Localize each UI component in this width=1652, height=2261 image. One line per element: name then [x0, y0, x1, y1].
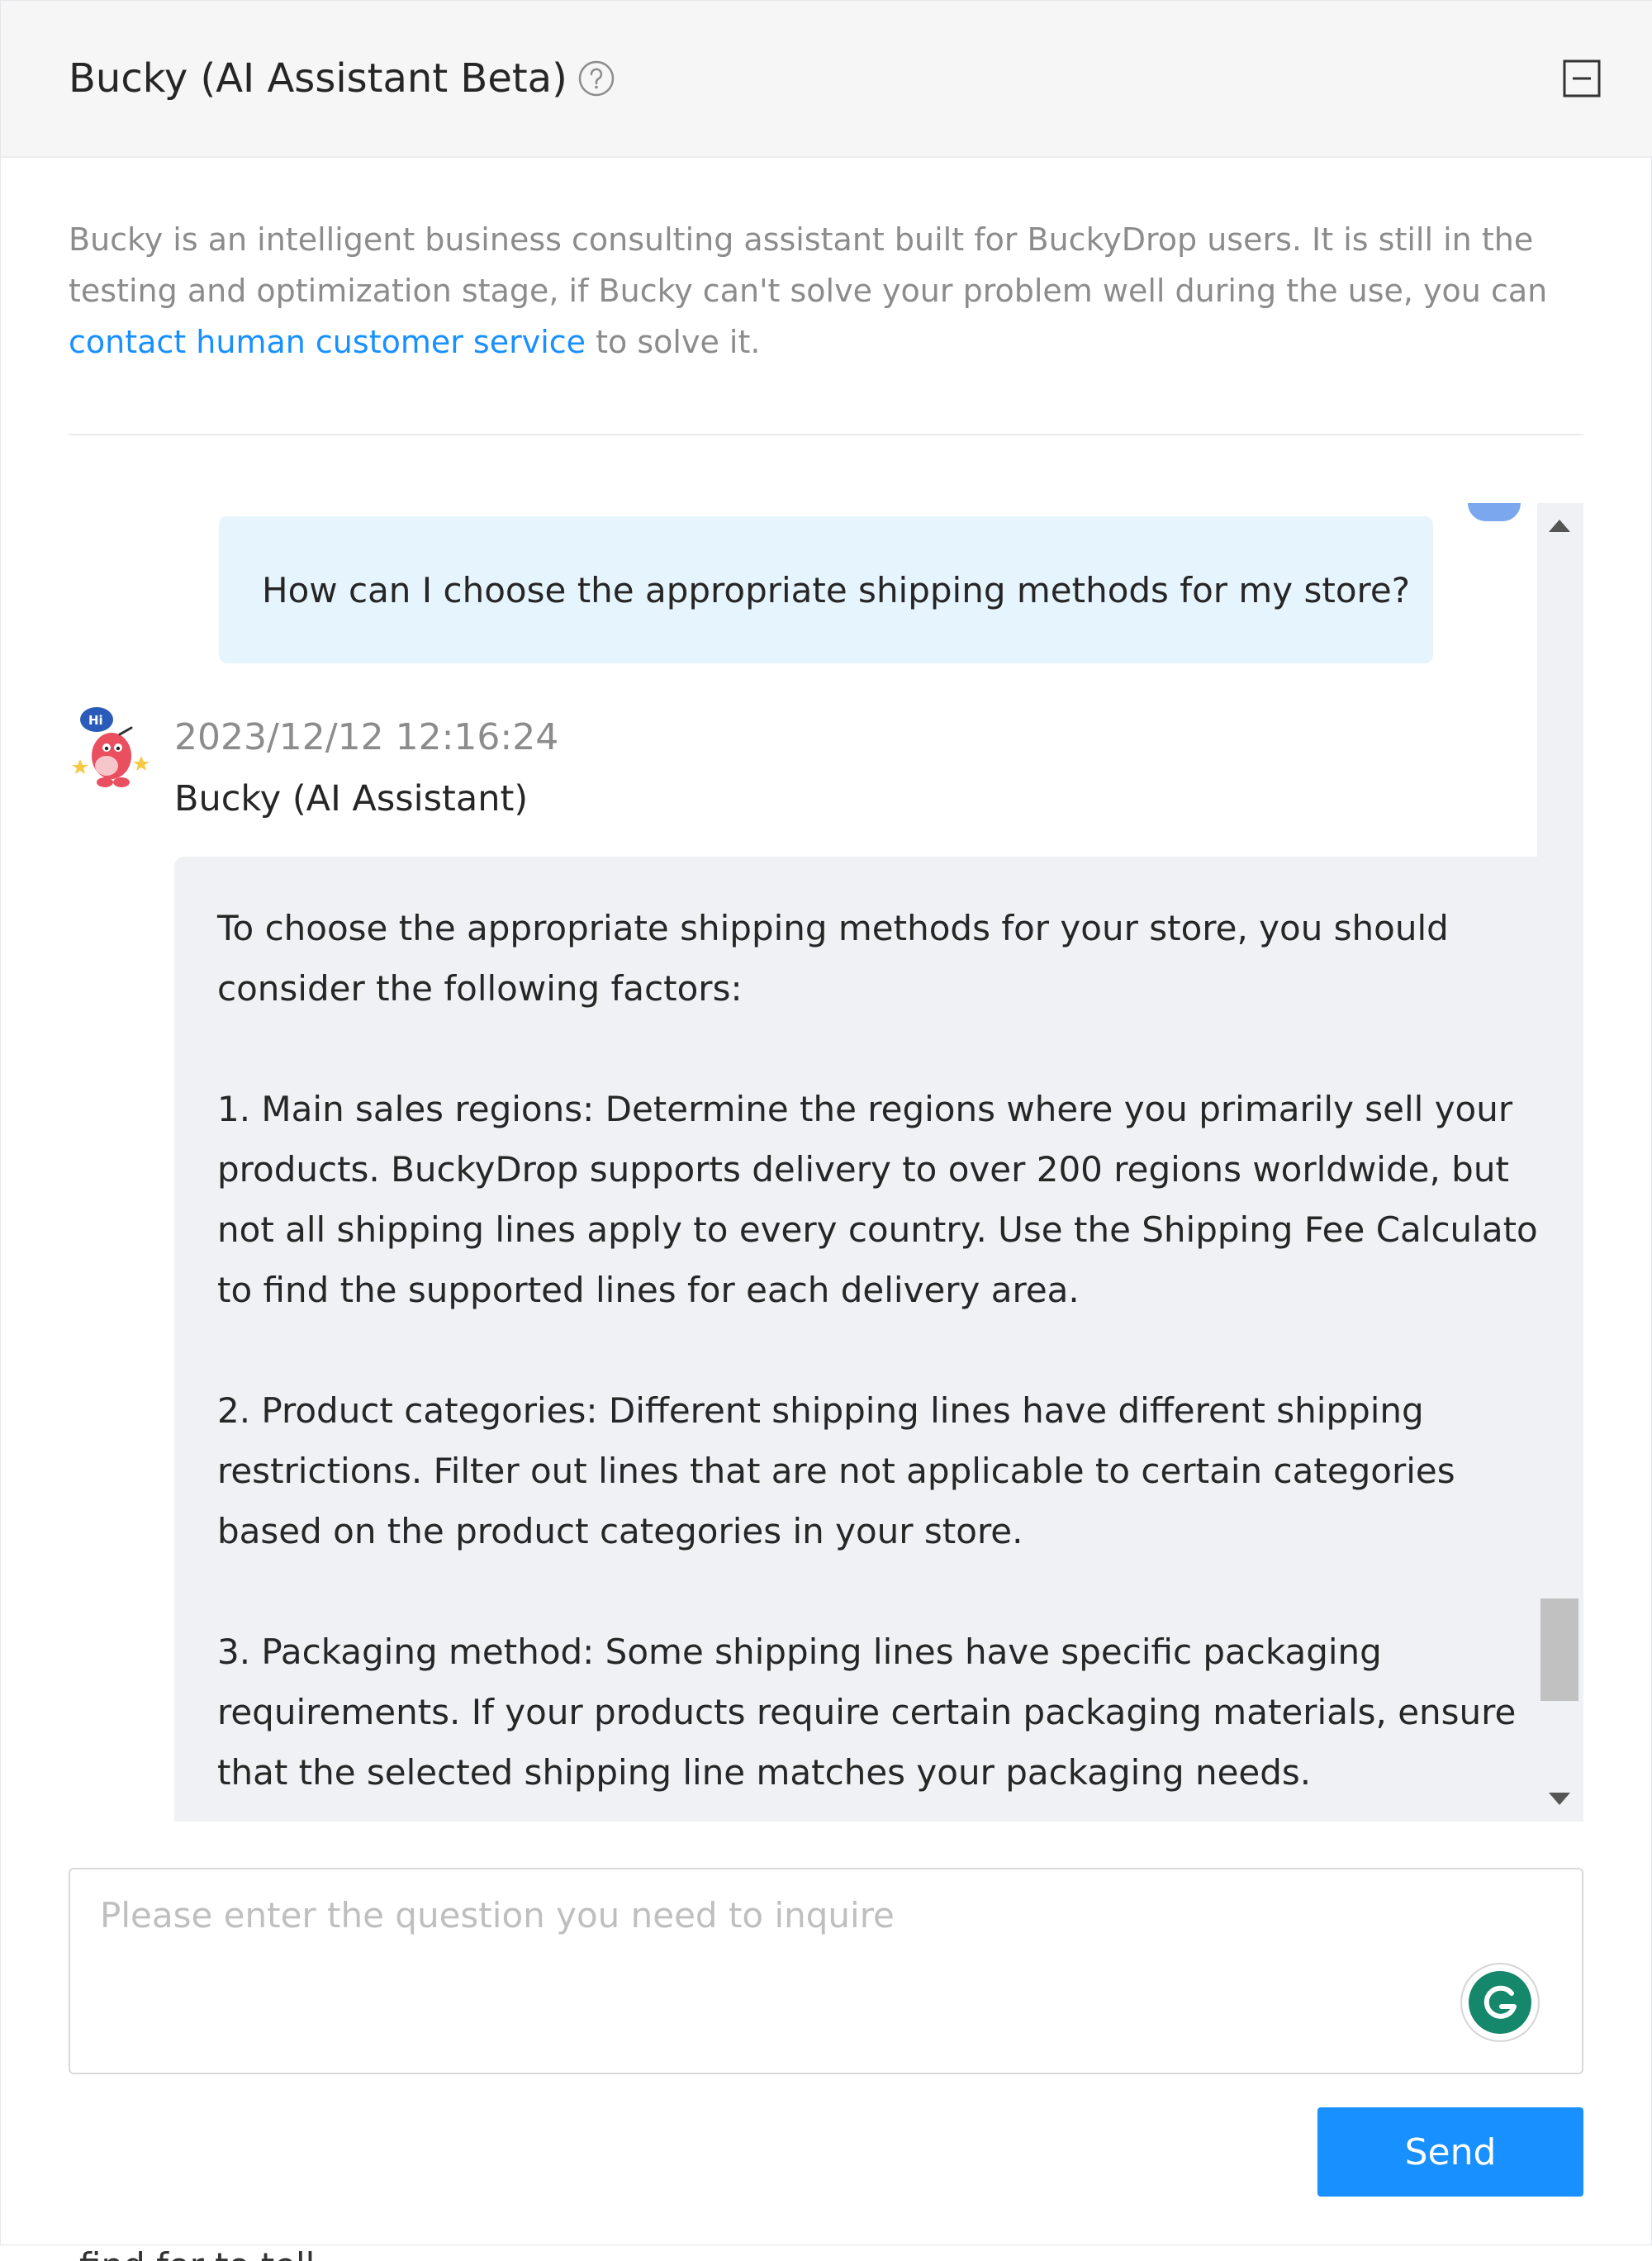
question-circle-icon[interactable]	[577, 59, 615, 97]
send-button[interactable]: Send	[1317, 2107, 1583, 2197]
bot-paragraph: To choose the appropriate shipping metho…	[217, 908, 1449, 1009]
message-timestamp: 2023/12/12 12:16:24	[174, 716, 559, 758]
bot-paragraph: 1. Main sales regions: Determine the reg…	[217, 1089, 1552, 1310]
svg-text:Hi: Hi	[88, 713, 103, 728]
bot-paragraph: 2. Product categories: Different shippin…	[217, 1390, 1455, 1551]
bot-message-bubble: To choose the appropriate shipping metho…	[174, 857, 1583, 1822]
chat-scrollbar[interactable]	[1537, 503, 1583, 1822]
question-input[interactable]	[70, 1869, 1582, 2073]
divider	[69, 434, 1583, 435]
intro-text-end: to solve it.	[586, 324, 761, 360]
contact-human-service-link[interactable]: contact human customer service	[69, 324, 586, 360]
scrollbar-thumb[interactable]	[1540, 1598, 1578, 1701]
chat-message-list[interactable]: How can I choose the appropriate shippin…	[69, 503, 1583, 1822]
grammarly-icon[interactable]	[1460, 1962, 1540, 2043]
bot-name: Bucky (AI Assistant)	[174, 778, 529, 819]
assistant-intro: Bucky is an intelligent business consult…	[69, 214, 1588, 368]
background-text: find for to tell	[79, 2249, 315, 2261]
question-input-box	[69, 1868, 1583, 2074]
background-page-fragment: find for to tell	[0, 2245, 529, 2261]
intro-text: Bucky is an intelligent business consult…	[69, 221, 1548, 309]
user-avatar	[1468, 503, 1521, 521]
user-message-bubble: How can I choose the appropriate shippin…	[219, 516, 1433, 663]
scroll-down-arrow-icon[interactable]	[1549, 1793, 1570, 1805]
bot-paragraph: 3. Packaging method: Some shipping lines…	[217, 1632, 1517, 1793]
panel-title: Bucky (AI Assistant Beta)	[69, 55, 567, 102]
ai-assistant-panel: Bucky (AI Assistant Beta) Bucky is an in…	[0, 0, 1652, 2245]
bucky-avatar-icon: Hi	[72, 707, 150, 787]
minimize-icon[interactable]	[1562, 59, 1602, 98]
panel-header: Bucky (AI Assistant Beta)	[1, 1, 1652, 158]
scroll-up-arrow-icon[interactable]	[1549, 520, 1570, 532]
